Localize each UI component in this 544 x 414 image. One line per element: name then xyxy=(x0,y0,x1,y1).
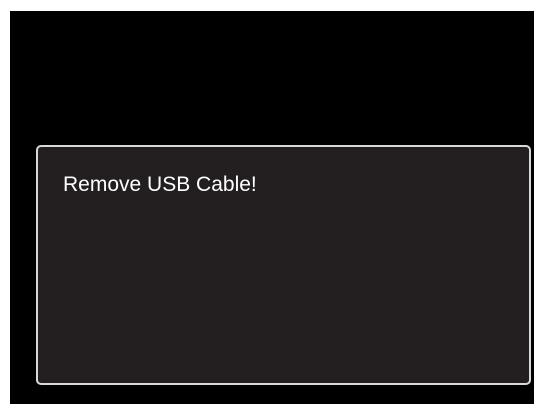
dialog-message: Remove USB Cable! xyxy=(63,173,257,196)
device-screen: Remove USB Cable! xyxy=(10,11,534,404)
warning-dialog: Remove USB Cable! xyxy=(36,145,531,385)
